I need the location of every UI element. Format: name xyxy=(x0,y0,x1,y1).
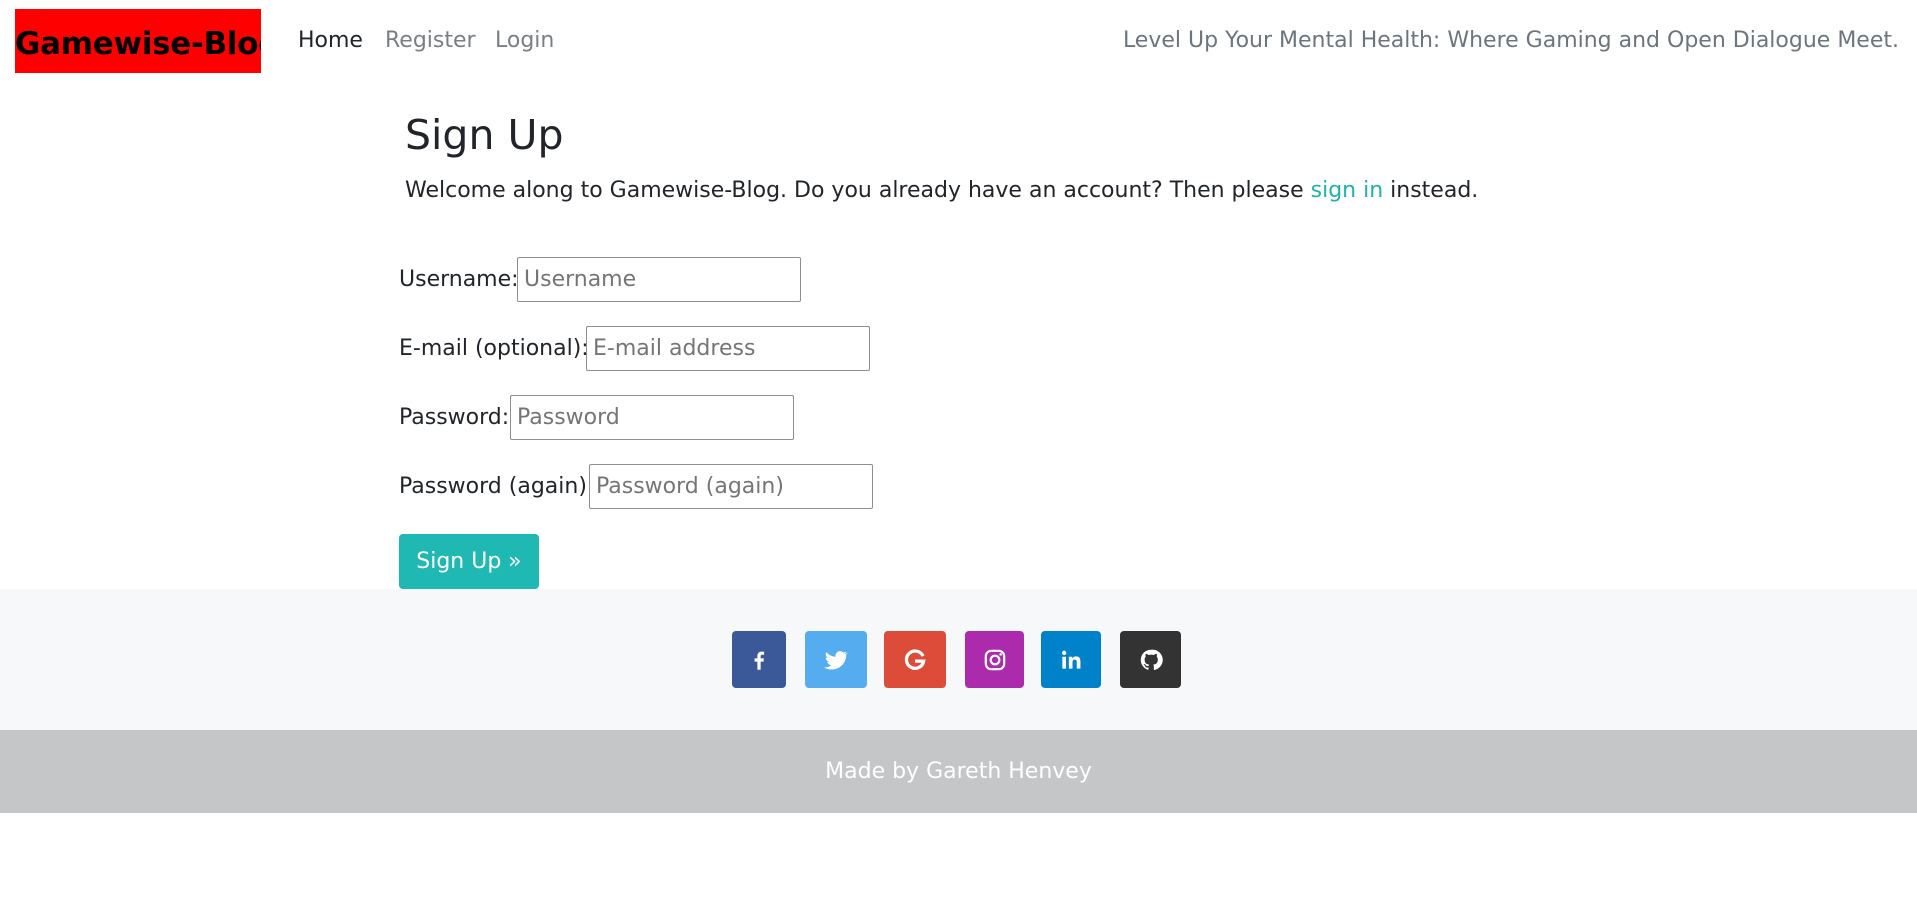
nav-home-link[interactable]: Home xyxy=(298,28,363,53)
linkedin-link[interactable] xyxy=(1041,631,1101,688)
google-link[interactable] xyxy=(884,631,946,688)
username-label: Username: xyxy=(399,267,519,292)
sign-up-button[interactable]: Sign Up » xyxy=(399,534,539,589)
footer-credit: Made by Gareth Henvey xyxy=(825,759,1092,784)
instagram-icon xyxy=(982,647,1008,673)
facebook-link[interactable] xyxy=(732,631,786,688)
social-links-bar xyxy=(0,589,1917,730)
github-icon xyxy=(1138,647,1164,673)
password-label: Password: xyxy=(399,405,510,430)
nav-login-link[interactable]: Login xyxy=(495,28,554,53)
page-title: Sign Up xyxy=(405,111,564,159)
intro-text-before: Welcome along to Gamewise-Blog. Do you a… xyxy=(405,178,1311,203)
email-input[interactable] xyxy=(586,326,870,371)
instagram-link[interactable] xyxy=(965,631,1024,688)
linkedin-icon xyxy=(1058,647,1084,673)
password-input[interactable] xyxy=(510,395,794,440)
site-footer: Made by Gareth Henvey xyxy=(0,730,1917,813)
email-label: E-mail (optional): xyxy=(399,336,589,361)
nav-register-link[interactable]: Register xyxy=(385,28,476,53)
intro-text: Welcome along to Gamewise-Blog. Do you a… xyxy=(405,178,1478,203)
google-icon xyxy=(902,647,928,673)
password-again-label: Password (again): xyxy=(399,474,595,499)
sign-in-link[interactable]: sign in xyxy=(1311,178,1384,203)
twitter-icon xyxy=(823,647,849,673)
brand-logo-link[interactable]: Gamewise-Blog xyxy=(15,9,261,73)
facebook-icon xyxy=(746,647,772,673)
site-tagline: Level Up Your Mental Health: Where Gamin… xyxy=(1122,28,1899,53)
intro-text-after: instead. xyxy=(1383,178,1479,203)
github-link[interactable] xyxy=(1120,631,1181,688)
username-input[interactable] xyxy=(517,257,801,302)
navbar: Gamewise-Blog Home Register Login Level … xyxy=(0,0,1917,90)
password-again-input[interactable] xyxy=(589,464,873,509)
twitter-link[interactable] xyxy=(805,631,867,688)
